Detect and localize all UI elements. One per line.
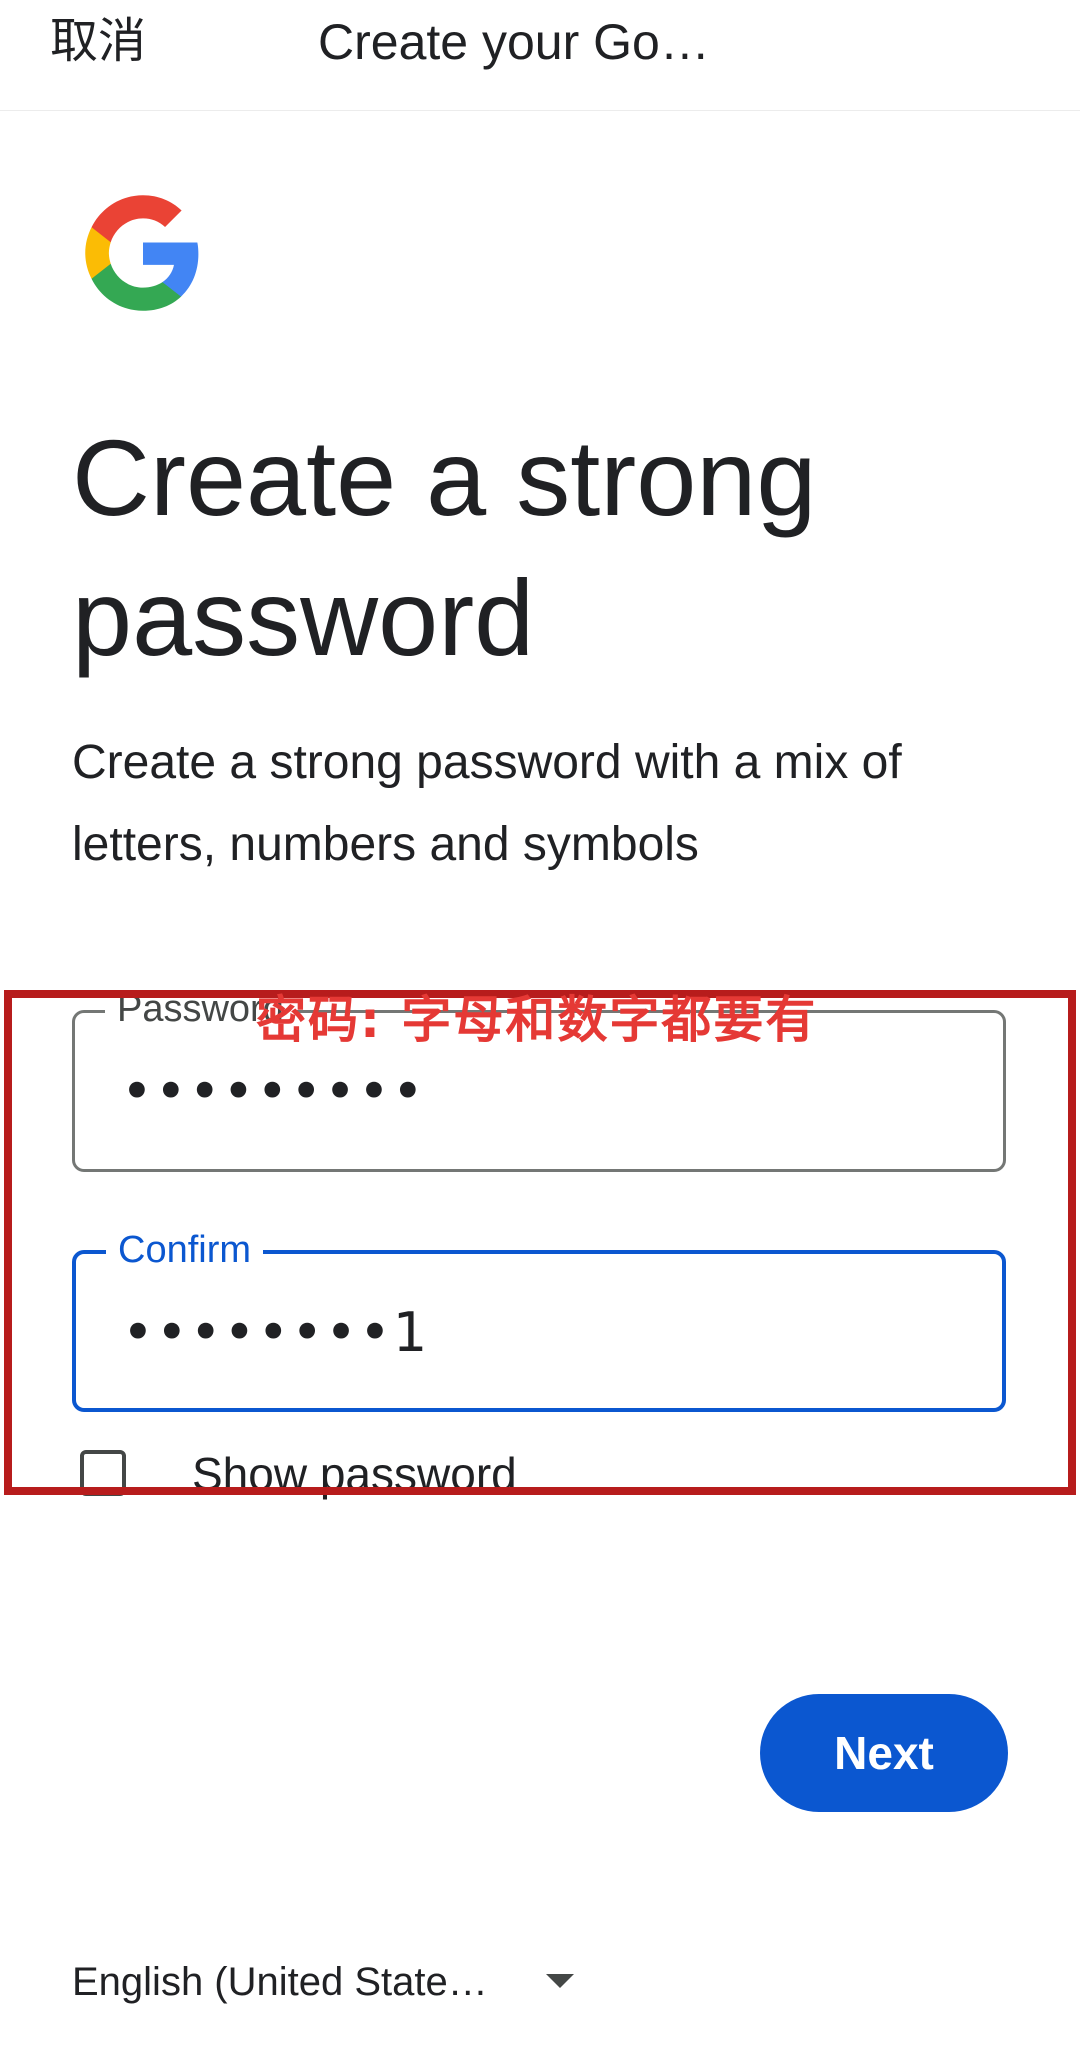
- description-text: Create a strong password with a mix of l…: [72, 736, 902, 871]
- page-title: Create your Go…: [318, 14, 710, 70]
- cancel-button[interactable]: 取消: [50, 10, 146, 74]
- password-input[interactable]: •••••••••: [121, 1057, 941, 1127]
- show-password-label[interactable]: Show password: [192, 1444, 517, 1504]
- confirm-field[interactable]: Confirm ••••••••1: [72, 1228, 1006, 1412]
- confirm-input[interactable]: ••••••••1: [122, 1298, 942, 1368]
- dropdown-arrow-icon[interactable]: [546, 1974, 574, 1988]
- top-bar: 取消 Create your Go…: [0, 0, 1080, 111]
- annotation-text: 密码: 字母和数字都要有: [256, 991, 818, 1049]
- confirm-field-label: Confirm: [106, 1228, 264, 1272]
- language-label: English (United State…: [72, 1960, 488, 2004]
- next-button[interactable]: Next: [760, 1694, 1008, 1812]
- show-password-checkbox[interactable]: [80, 1450, 126, 1496]
- page: 取消 Create your Go… Create a strong passw…: [0, 0, 1080, 2046]
- google-logo-icon: [85, 195, 199, 311]
- headline: Create a strong password: [72, 417, 817, 678]
